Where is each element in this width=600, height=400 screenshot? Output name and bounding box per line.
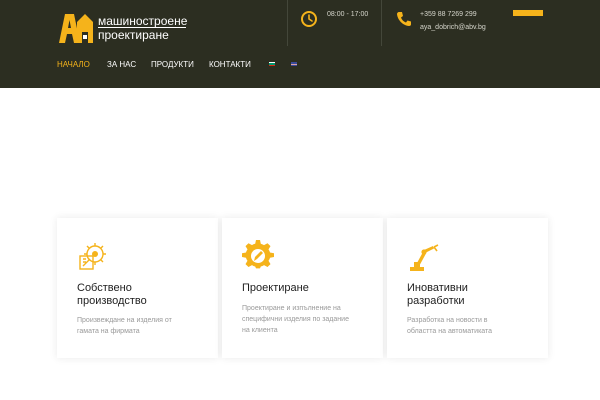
clock-icon: [301, 11, 317, 27]
feature-card: Проектиране Проектиране и изпълнение на …: [222, 218, 383, 358]
gear-design-icon: [79, 243, 106, 270]
phone-number[interactable]: +359 88 7269 299: [420, 10, 477, 19]
feature-title-line: разработки: [407, 295, 465, 307]
working-hours: 08:00 - 17:00: [327, 11, 369, 18]
feature-title-line: Собствено: [77, 282, 132, 294]
feature-description-line: Проектиране и изпълнение на: [242, 305, 341, 312]
feature-description-line: специфични изделия по задание: [242, 316, 349, 323]
site-header: машиностроене проектиране 08:00 - 17:00 …: [0, 0, 600, 88]
cta-button[interactable]: [513, 10, 543, 16]
feature-title-line: производство: [77, 295, 147, 307]
nav-item-contacts[interactable]: КОНТАКТИ: [209, 60, 251, 70]
feature-title: Иновативни разработки: [407, 282, 537, 308]
nav-item-products[interactable]: ПРОДУКТИ: [151, 60, 194, 70]
feature-title: Проектиране: [242, 282, 372, 295]
logo-text-line2: проектиране: [98, 28, 169, 42]
header-divider: [381, 0, 382, 46]
header-divider: [287, 0, 288, 46]
feature-description: Разработка на новости в областта на авто…: [407, 315, 537, 337]
feature-description-line: областта на автоматиката: [407, 328, 493, 335]
feature-title-line: Иновативни: [407, 282, 468, 294]
english-flag-icon[interactable]: [291, 62, 297, 66]
email-address[interactable]: aya_dobrich@abv.bg: [420, 23, 486, 32]
logo[interactable]: машиностроене проектиране: [57, 10, 197, 46]
feature-description-line: на клиента: [242, 327, 278, 334]
feature-description-line: Произвеждане на изделия от: [77, 317, 172, 324]
nav-item-about[interactable]: ЗА НАС: [107, 60, 136, 70]
phone-icon: [397, 12, 411, 26]
feature-card: Собствено производство Произвеждане на и…: [57, 218, 218, 358]
gear-pen-icon: [242, 240, 274, 269]
feature-description-line: Разработка на новости в: [407, 317, 488, 324]
robot-arm-icon: [410, 244, 439, 271]
feature-description: Произвеждане на изделия от гамата на фир…: [77, 315, 207, 337]
feature-card: Иновативни разработки Разработка на ново…: [387, 218, 548, 358]
nav-item-home[interactable]: НАЧАЛО: [57, 60, 90, 70]
bulgarian-flag-icon[interactable]: [269, 62, 275, 66]
feature-title: Собствено производство: [77, 282, 207, 308]
feature-title-line: Проектиране: [242, 282, 309, 294]
feature-description-line: гамата на фирмата: [77, 328, 140, 335]
logo-mark-icon: [59, 14, 93, 43]
feature-description: Проектиране и изпълнение на специфични и…: [242, 303, 372, 336]
